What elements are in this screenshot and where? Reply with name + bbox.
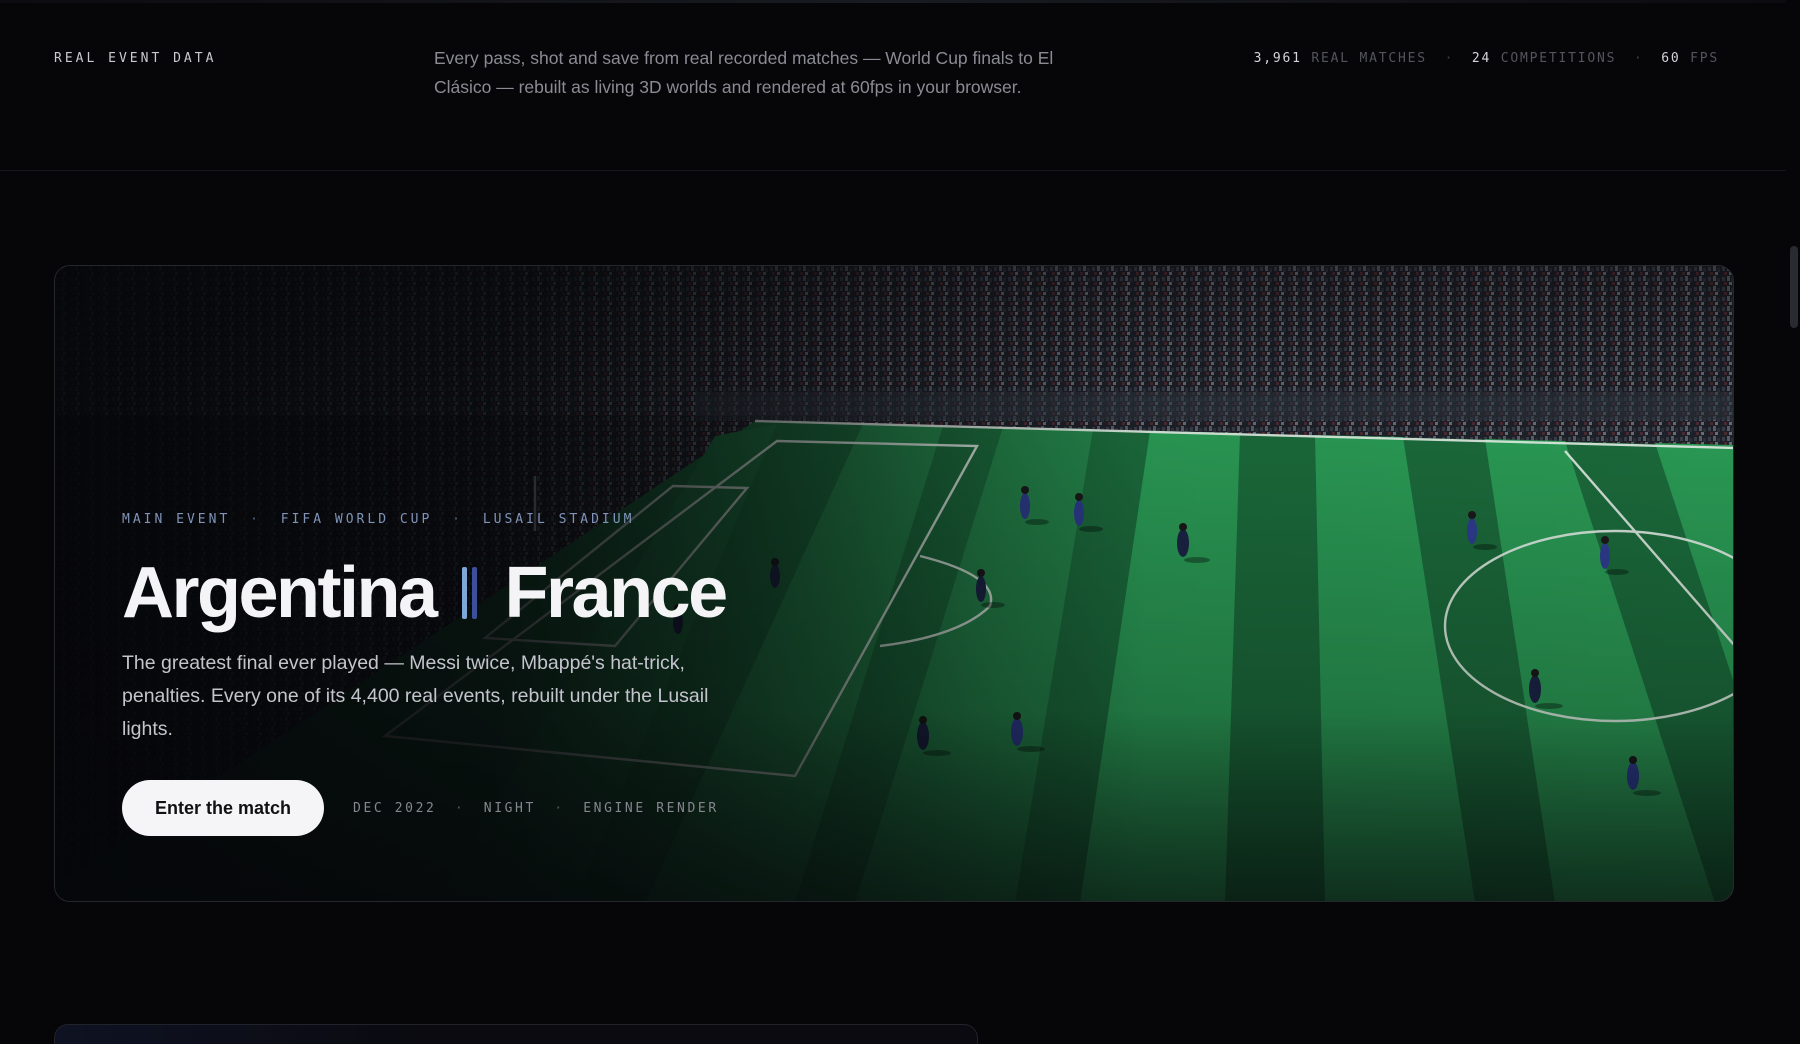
stat-competitions-label: COMPETITIONS — [1500, 51, 1617, 66]
match-title: Argentina France — [122, 548, 729, 638]
hero-eyebrow: MAIN EVENT · FIFA WORLD CUP · LUSAIL STA… — [122, 512, 634, 527]
match-time-of-day: NIGHT — [483, 800, 536, 816]
stat-fps-value: 60 — [1661, 51, 1681, 66]
home-team-name: Argentina — [122, 553, 438, 633]
stat-fps-label: FPS — [1690, 51, 1719, 66]
versus-bar-home — [461, 567, 467, 619]
versus-bar-away — [471, 567, 477, 619]
match-date: DEC 2022 — [353, 800, 437, 816]
intro-strip: REAL EVENT DATA Every pass, shot and sav… — [0, 0, 1786, 171]
eyebrow-separator: · — [452, 512, 463, 527]
stat-separator: · — [1444, 51, 1455, 66]
render-type: ENGINE RENDER — [583, 800, 719, 816]
enter-match-button[interactable]: Enter the match — [122, 780, 325, 836]
eyebrow-venue: LUSAIL STADIUM — [482, 512, 635, 527]
eyebrow-separator: · — [250, 512, 261, 527]
intro-stats: 3,961 REAL MATCHES · 24 COMPETITIONS · 6… — [1254, 51, 1719, 66]
versus-divider-icon — [461, 567, 477, 619]
eyebrow-label: MAIN EVENT — [122, 512, 231, 527]
hero-match-card[interactable]: MAIN EVENT · FIFA WORLD CUP · LUSAIL STA… — [54, 265, 1734, 902]
next-match-card[interactable] — [54, 1024, 978, 1044]
page-scrollbar[interactable] — [1786, 0, 1800, 1028]
intro-eyebrow: REAL EVENT DATA — [54, 51, 217, 66]
match-description: The greatest final ever played — Messi t… — [122, 652, 709, 740]
intro-description: Every pass, shot and save from real reco… — [434, 48, 1054, 97]
eyebrow-competition: FIFA WORLD CUP — [280, 512, 433, 527]
hero-content: MAIN EVENT · FIFA WORLD CUP · LUSAIL STA… — [122, 266, 882, 901]
stat-matches-label: REAL MATCHES — [1311, 51, 1427, 66]
scrollbar-thumb[interactable] — [1790, 246, 1798, 328]
stat-separator: · — [1633, 51, 1644, 66]
stat-competitions-value: 24 — [1471, 51, 1492, 66]
meta-separator: · — [454, 800, 466, 816]
meta-separator: · — [554, 800, 565, 816]
match-meta: DEC 2022 · NIGHT · ENGINE RENDER — [353, 801, 719, 816]
stat-matches-value: 3,961 — [1253, 51, 1302, 66]
away-team-name: France — [504, 553, 729, 633]
cta-row: Enter the match DEC 2022 · NIGHT · ENGIN… — [122, 780, 719, 836]
